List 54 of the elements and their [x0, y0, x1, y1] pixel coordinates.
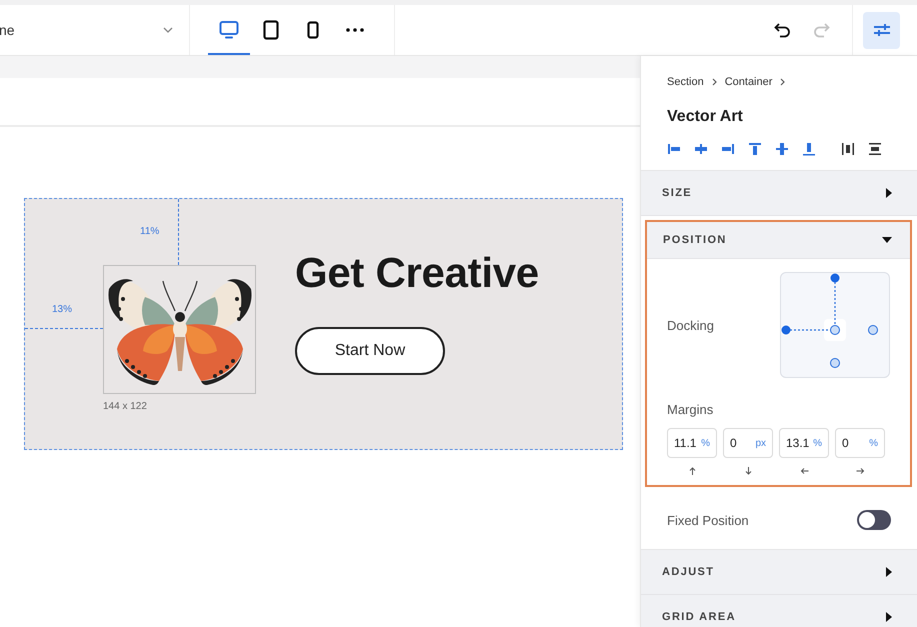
section-header[interactable]: GRID AREA: [641, 595, 917, 627]
heading: Get Creative: [295, 249, 539, 297]
align-right-icon[interactable]: [721, 142, 735, 156]
section-header[interactable]: ADJUST: [641, 550, 917, 595]
panel-title: Vector Art: [667, 108, 744, 126]
caret-icon: [882, 236, 892, 244]
monitor-icon: [219, 20, 239, 40]
bottom-anchor[interactable]: [830, 358, 840, 368]
align-left-icon[interactable]: [667, 142, 681, 156]
tablet-icon: [263, 20, 279, 40]
caret-icon: [885, 188, 893, 198]
margin-field[interactable]: 11.1 %: [667, 428, 717, 458]
align-top-icon[interactable]: [748, 142, 762, 156]
arrow-icon: [744, 467, 752, 475]
fixed-position-label: Fixed Position: [667, 512, 749, 528]
margin-label: 11%: [140, 226, 160, 237]
caret-icon: [885, 567, 893, 577]
margins-label: Margins: [667, 402, 714, 417]
align-bottom-icon[interactable]: [802, 142, 816, 156]
margin-field[interactable]: 13.1 %: [779, 428, 829, 458]
margin-label: 13%: [52, 304, 72, 315]
settings-button[interactable]: [863, 12, 900, 48]
arrow-icon: [800, 468, 808, 474]
toggle-switch[interactable]: [857, 510, 891, 530]
chevron-right-icon: [712, 78, 717, 86]
section-header[interactable]: POSITION: [647, 222, 910, 259]
arrow-icon: [856, 468, 864, 474]
phone-icon: [307, 21, 319, 39]
margin-field[interactable]: 0 px: [723, 428, 773, 458]
top-anchor[interactable]: [830, 274, 840, 282]
arrow-icon: [688, 467, 696, 475]
more-icon: [346, 28, 364, 32]
redo-arrow-icon: [812, 22, 830, 38]
page-select[interactable]: ne: [0, 5, 190, 55]
distribute-horizontal-icon[interactable]: [841, 142, 855, 156]
chevron-right-icon: [780, 78, 786, 86]
sliders-icon: [872, 22, 890, 38]
align-middle-icon[interactable]: [775, 142, 789, 156]
guide-line: [178, 199, 179, 265]
caret-icon: [885, 612, 893, 622]
docking-label: Docking: [667, 318, 714, 332]
breadcrumb-link[interactable]: Container: [724, 76, 772, 88]
start-button[interactable]: Start Now: [295, 327, 445, 375]
chevron-down-icon: [163, 27, 173, 33]
margin-field[interactable]: 0 %: [835, 428, 885, 458]
breadcrumb-link[interactable]: Section: [667, 76, 704, 88]
banner-section[interactable]: 11% 13% 144 x 122 Get Creative Start Now: [24, 198, 623, 450]
left-anchor[interactable]: [782, 326, 790, 334]
undo-arrow-icon: [774, 22, 792, 38]
align-center-icon[interactable]: [694, 142, 708, 156]
distribute-vertical-icon[interactable]: [868, 142, 882, 156]
size-label: 144 x 122: [103, 401, 148, 412]
right-anchor[interactable]: [868, 325, 878, 335]
section-header[interactable]: SIZE: [641, 171, 917, 216]
